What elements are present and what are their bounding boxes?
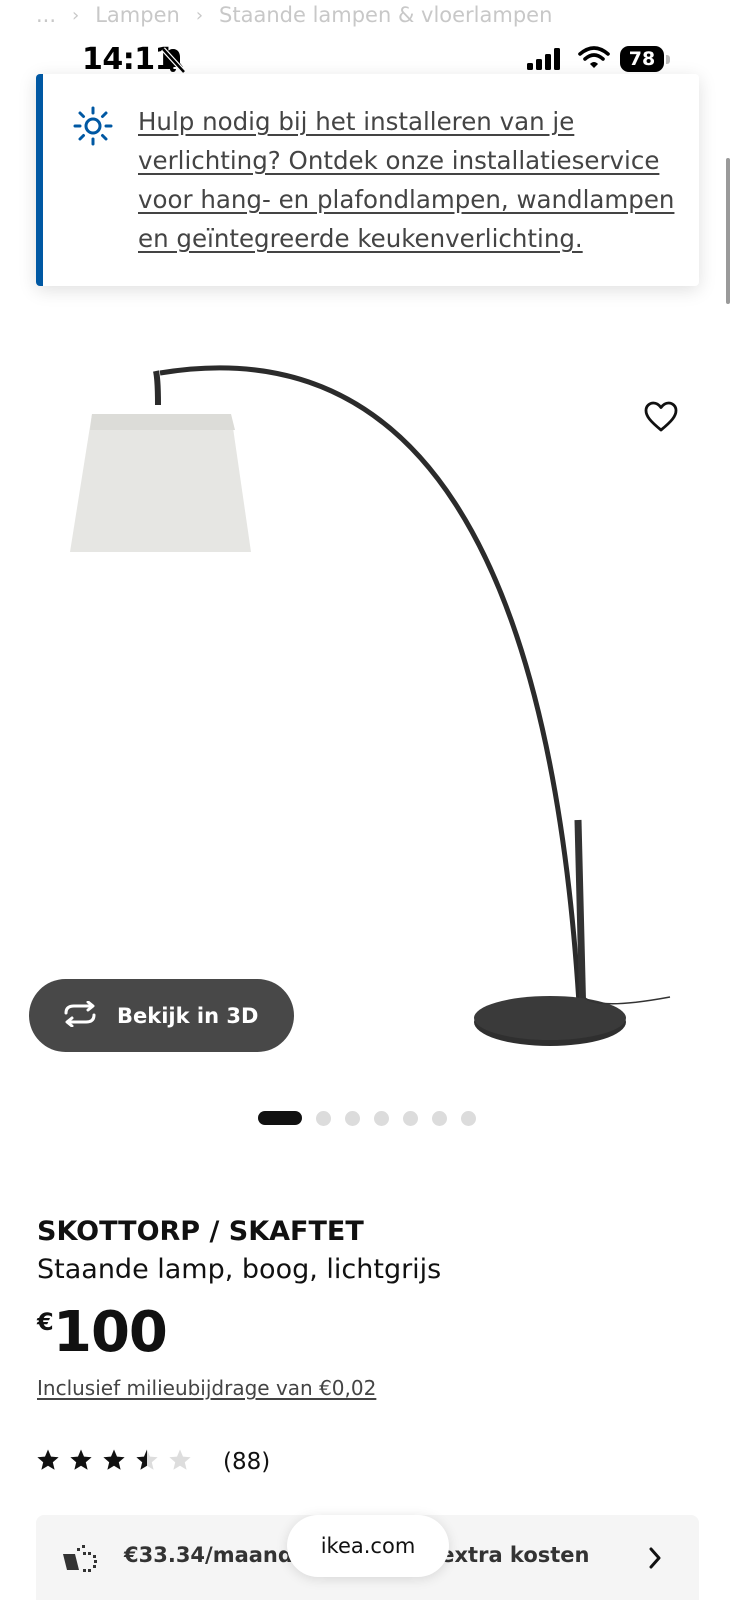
star-icon: [69, 1448, 93, 1476]
review-count[interactable]: (88): [223, 1449, 270, 1475]
rotate-3d-icon: [61, 1000, 99, 1031]
star-icon: [135, 1448, 159, 1476]
scrollbar[interactable]: [726, 158, 730, 304]
sun-icon: [73, 106, 113, 150]
image-carousel-indicator: [258, 1110, 490, 1126]
carousel-dot[interactable]: [374, 1110, 389, 1126]
installation-service-notice: Hulp nodig bij het installeren van je ve…: [36, 74, 699, 286]
rating-stars: [36, 1448, 201, 1476]
signal-icon: [527, 48, 563, 74]
carousel-dot[interactable]: [316, 1110, 331, 1126]
wifi-icon: [578, 46, 610, 74]
carousel-dot[interactable]: [403, 1110, 418, 1126]
installation-service-link[interactable]: Hulp nodig bij het installeren van je ve…: [138, 102, 678, 258]
star-icon: [102, 1448, 126, 1476]
browser-url-bar[interactable]: ikea.com: [287, 1515, 449, 1577]
eco-fee-link[interactable]: Inclusief milieubijdrage van €0,02: [37, 1376, 376, 1400]
carousel-dot[interactable]: [345, 1110, 360, 1126]
carousel-dot[interactable]: [461, 1110, 476, 1126]
chevron-right-icon: ›: [195, 4, 204, 26]
view-in-3d-button[interactable]: Bekijk in 3D: [29, 979, 294, 1052]
favorite-heart-icon[interactable]: [644, 401, 678, 437]
product-title: SKOTTORP / SKAFTET: [37, 1216, 364, 1247]
chevron-right-icon: ›: [72, 4, 80, 26]
installment-icon: [61, 1542, 99, 1578]
breadcrumb-item-staande-lampen[interactable]: Staande lampen & vloerlampen: [219, 3, 552, 27]
star-icon: [36, 1448, 60, 1476]
breadcrumb-ellipsis[interactable]: ...: [36, 3, 56, 27]
star-icon: [168, 1448, 192, 1476]
breadcrumb: ... › Lampen › Staande lampen & vloerlam…: [36, 0, 552, 30]
price-amount: 100: [53, 1300, 168, 1365]
breadcrumb-item-lampen[interactable]: Lampen: [95, 3, 180, 27]
carousel-dot[interactable]: [432, 1110, 447, 1126]
product-rating[interactable]: (88): [36, 1448, 270, 1476]
carousel-dot[interactable]: [258, 1111, 302, 1125]
chevron-right-icon: [648, 1547, 662, 1573]
product-description: Staande lamp, boog, lichtgrijs: [37, 1254, 442, 1285]
view-in-3d-label: Bekijk in 3D: [117, 1003, 259, 1028]
battery-level: 78: [620, 46, 664, 72]
price-currency: €: [37, 1308, 54, 1336]
